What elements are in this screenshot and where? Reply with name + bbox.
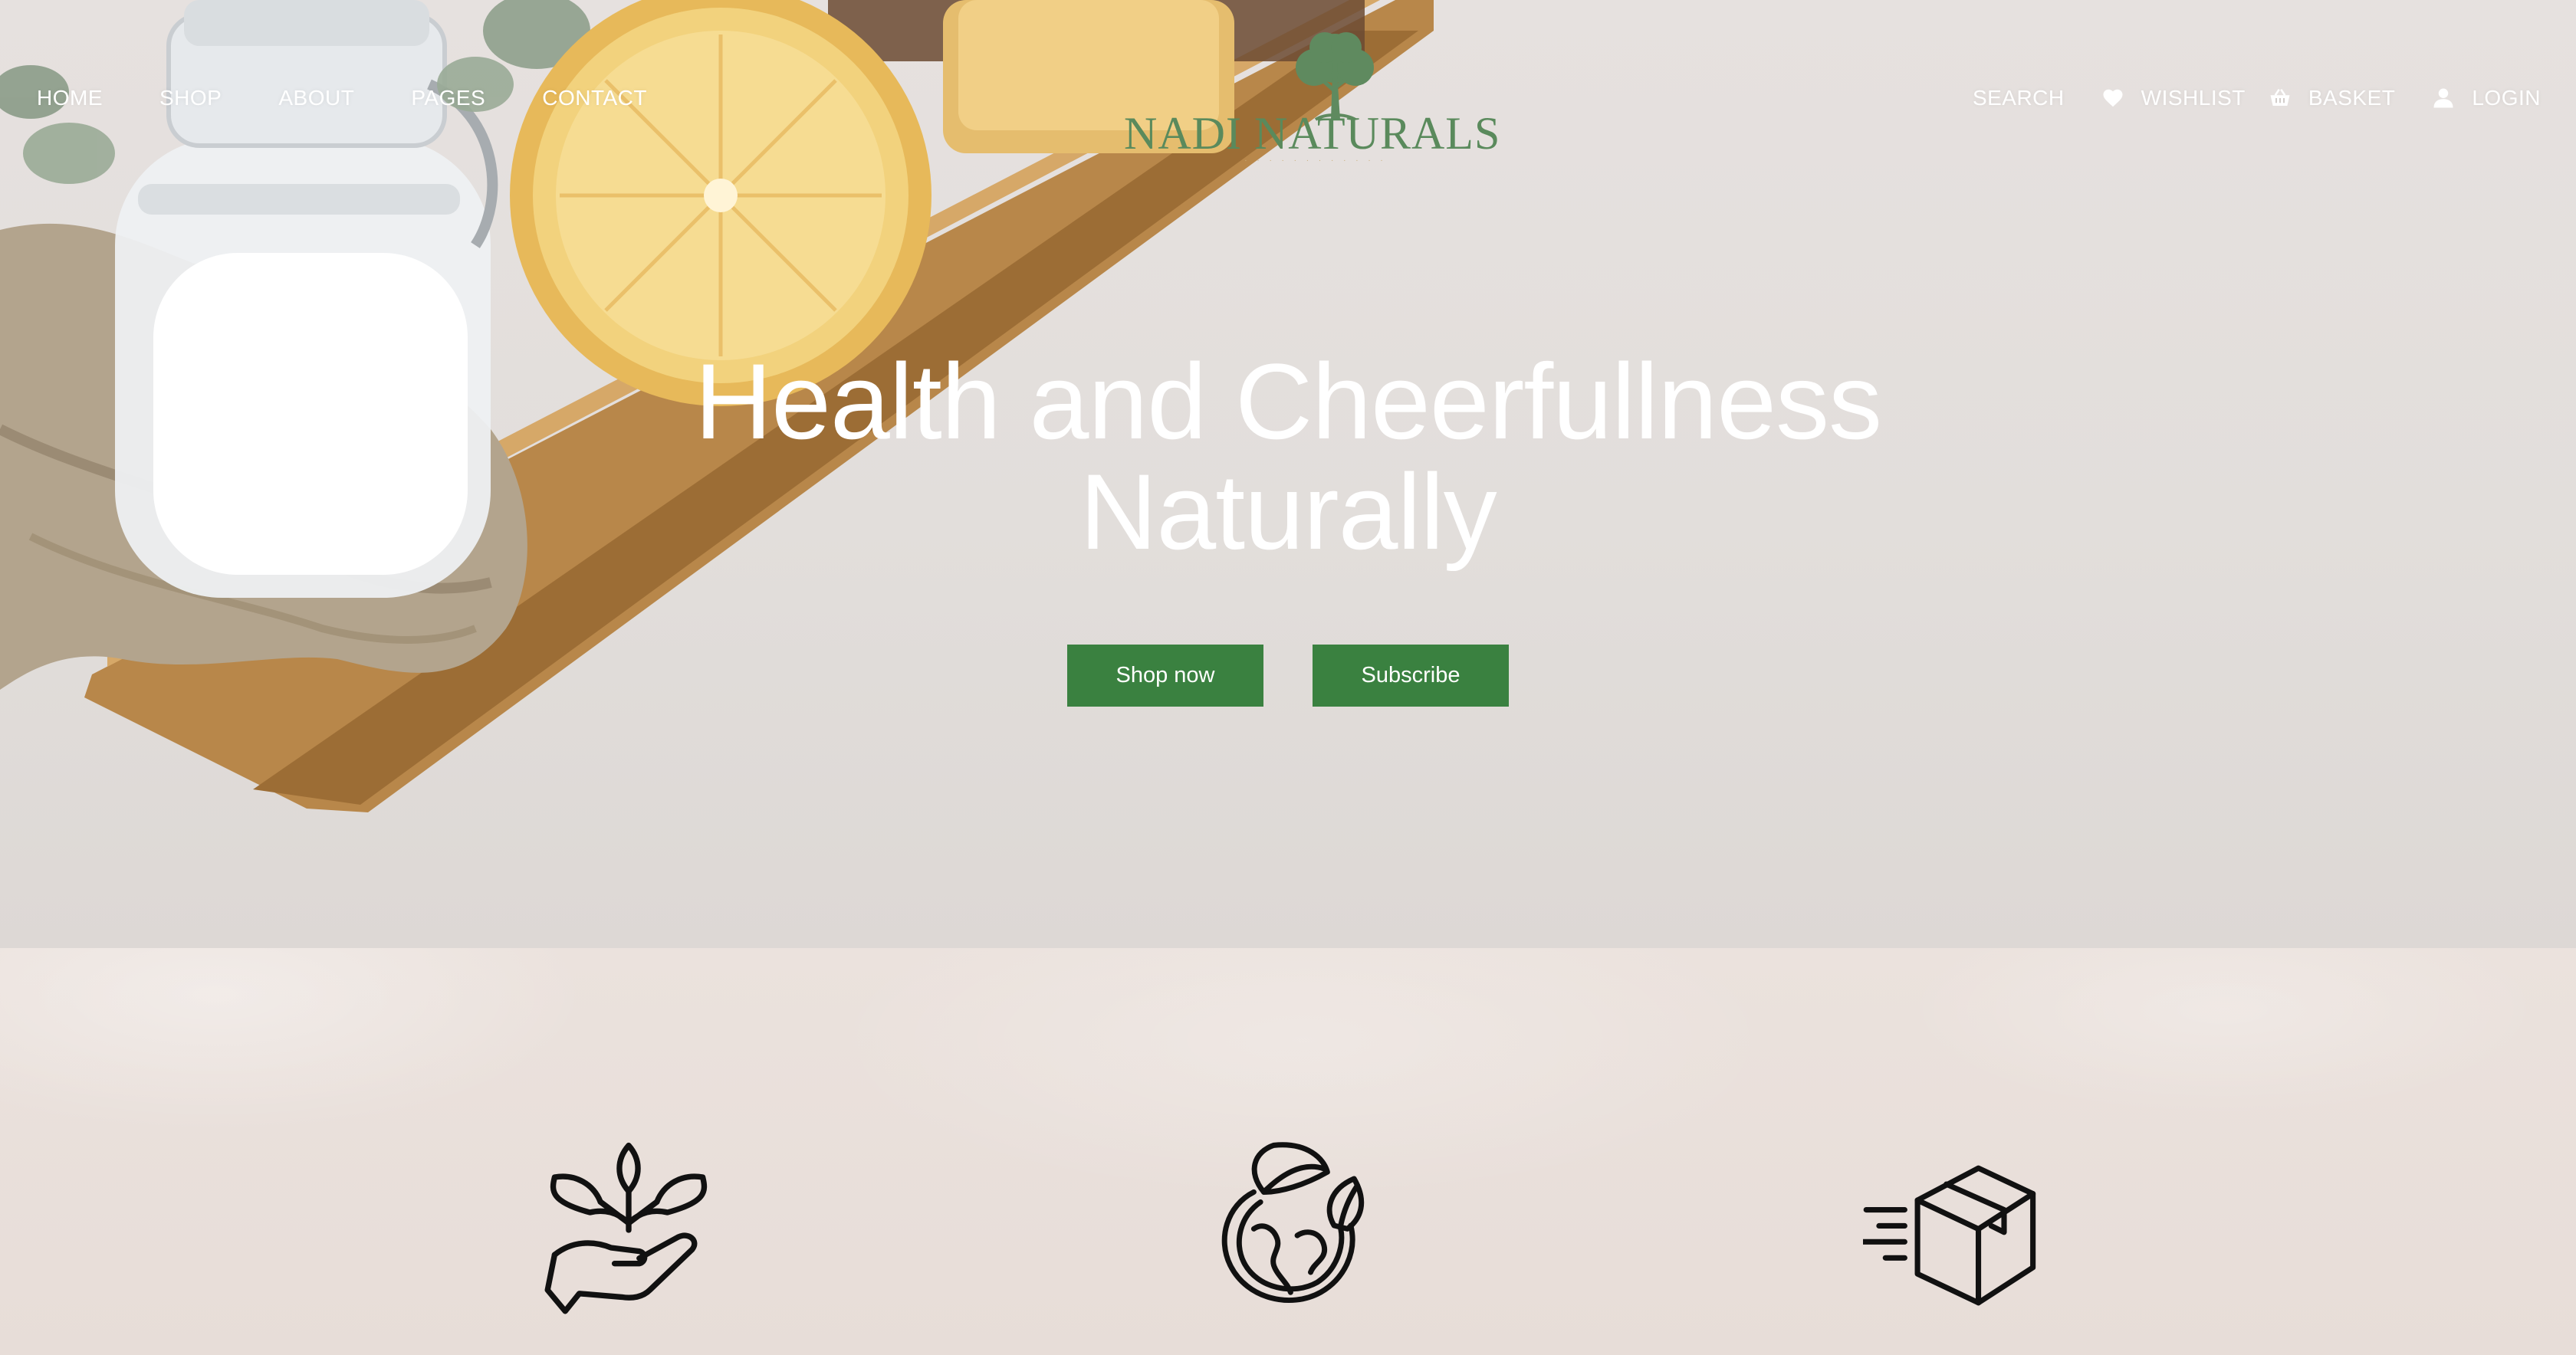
hero-headline-line2: Naturally (1079, 451, 1497, 572)
login-link[interactable]: LOGIN (2432, 86, 2541, 110)
nav-about[interactable]: ABOUT (278, 86, 354, 110)
basket-icon (2270, 89, 2290, 106)
logo-tagline-decoration: · · · · · · · · · · · · (1244, 156, 1387, 165)
search-link[interactable]: SEARCH (1973, 86, 2065, 110)
nav-home[interactable]: HOME (37, 86, 103, 110)
hero-headline: Health and Cheerfullness Naturally (598, 346, 1978, 567)
user-icon (2433, 88, 2453, 108)
shop-now-button[interactable]: Shop now (1067, 645, 1263, 707)
eco-globe-icon (1204, 1142, 1371, 1309)
logo-wordmark: NADI NATURALS (1124, 108, 1501, 159)
features-section (0, 948, 2576, 1355)
wishlist-link[interactable]: WISHLIST (2101, 86, 2246, 110)
hand-plant-icon (540, 1142, 717, 1318)
utility-nav: SEARCH WISHLIST BASKET LOGIN (1973, 86, 2541, 110)
nav-contact[interactable]: CONTACT (542, 86, 647, 110)
subscribe-button[interactable]: Subscribe (1313, 645, 1509, 707)
wishlist-label: WISHLIST (2141, 86, 2246, 110)
hero-section: HOME SHOP ABOUT PAGES CONTACT NADI NATUR… (0, 0, 2576, 948)
brand-logo[interactable]: NADI NATURALS · · · · · · · · · · · · (1124, 28, 1501, 173)
basket-link[interactable]: BASKET (2269, 86, 2395, 110)
heart-icon (2103, 89, 2123, 107)
nav-pages[interactable]: PAGES (411, 86, 485, 110)
hero-headline-line1: Health and Cheerfullness (694, 341, 1882, 461)
nav-shop[interactable]: SHOP (159, 86, 222, 110)
primary-nav: HOME SHOP ABOUT PAGES CONTACT (37, 86, 647, 110)
fast-delivery-box-icon (1860, 1155, 2039, 1316)
basket-label: BASKET (2308, 86, 2396, 110)
login-label: LOGIN (2472, 86, 2541, 110)
